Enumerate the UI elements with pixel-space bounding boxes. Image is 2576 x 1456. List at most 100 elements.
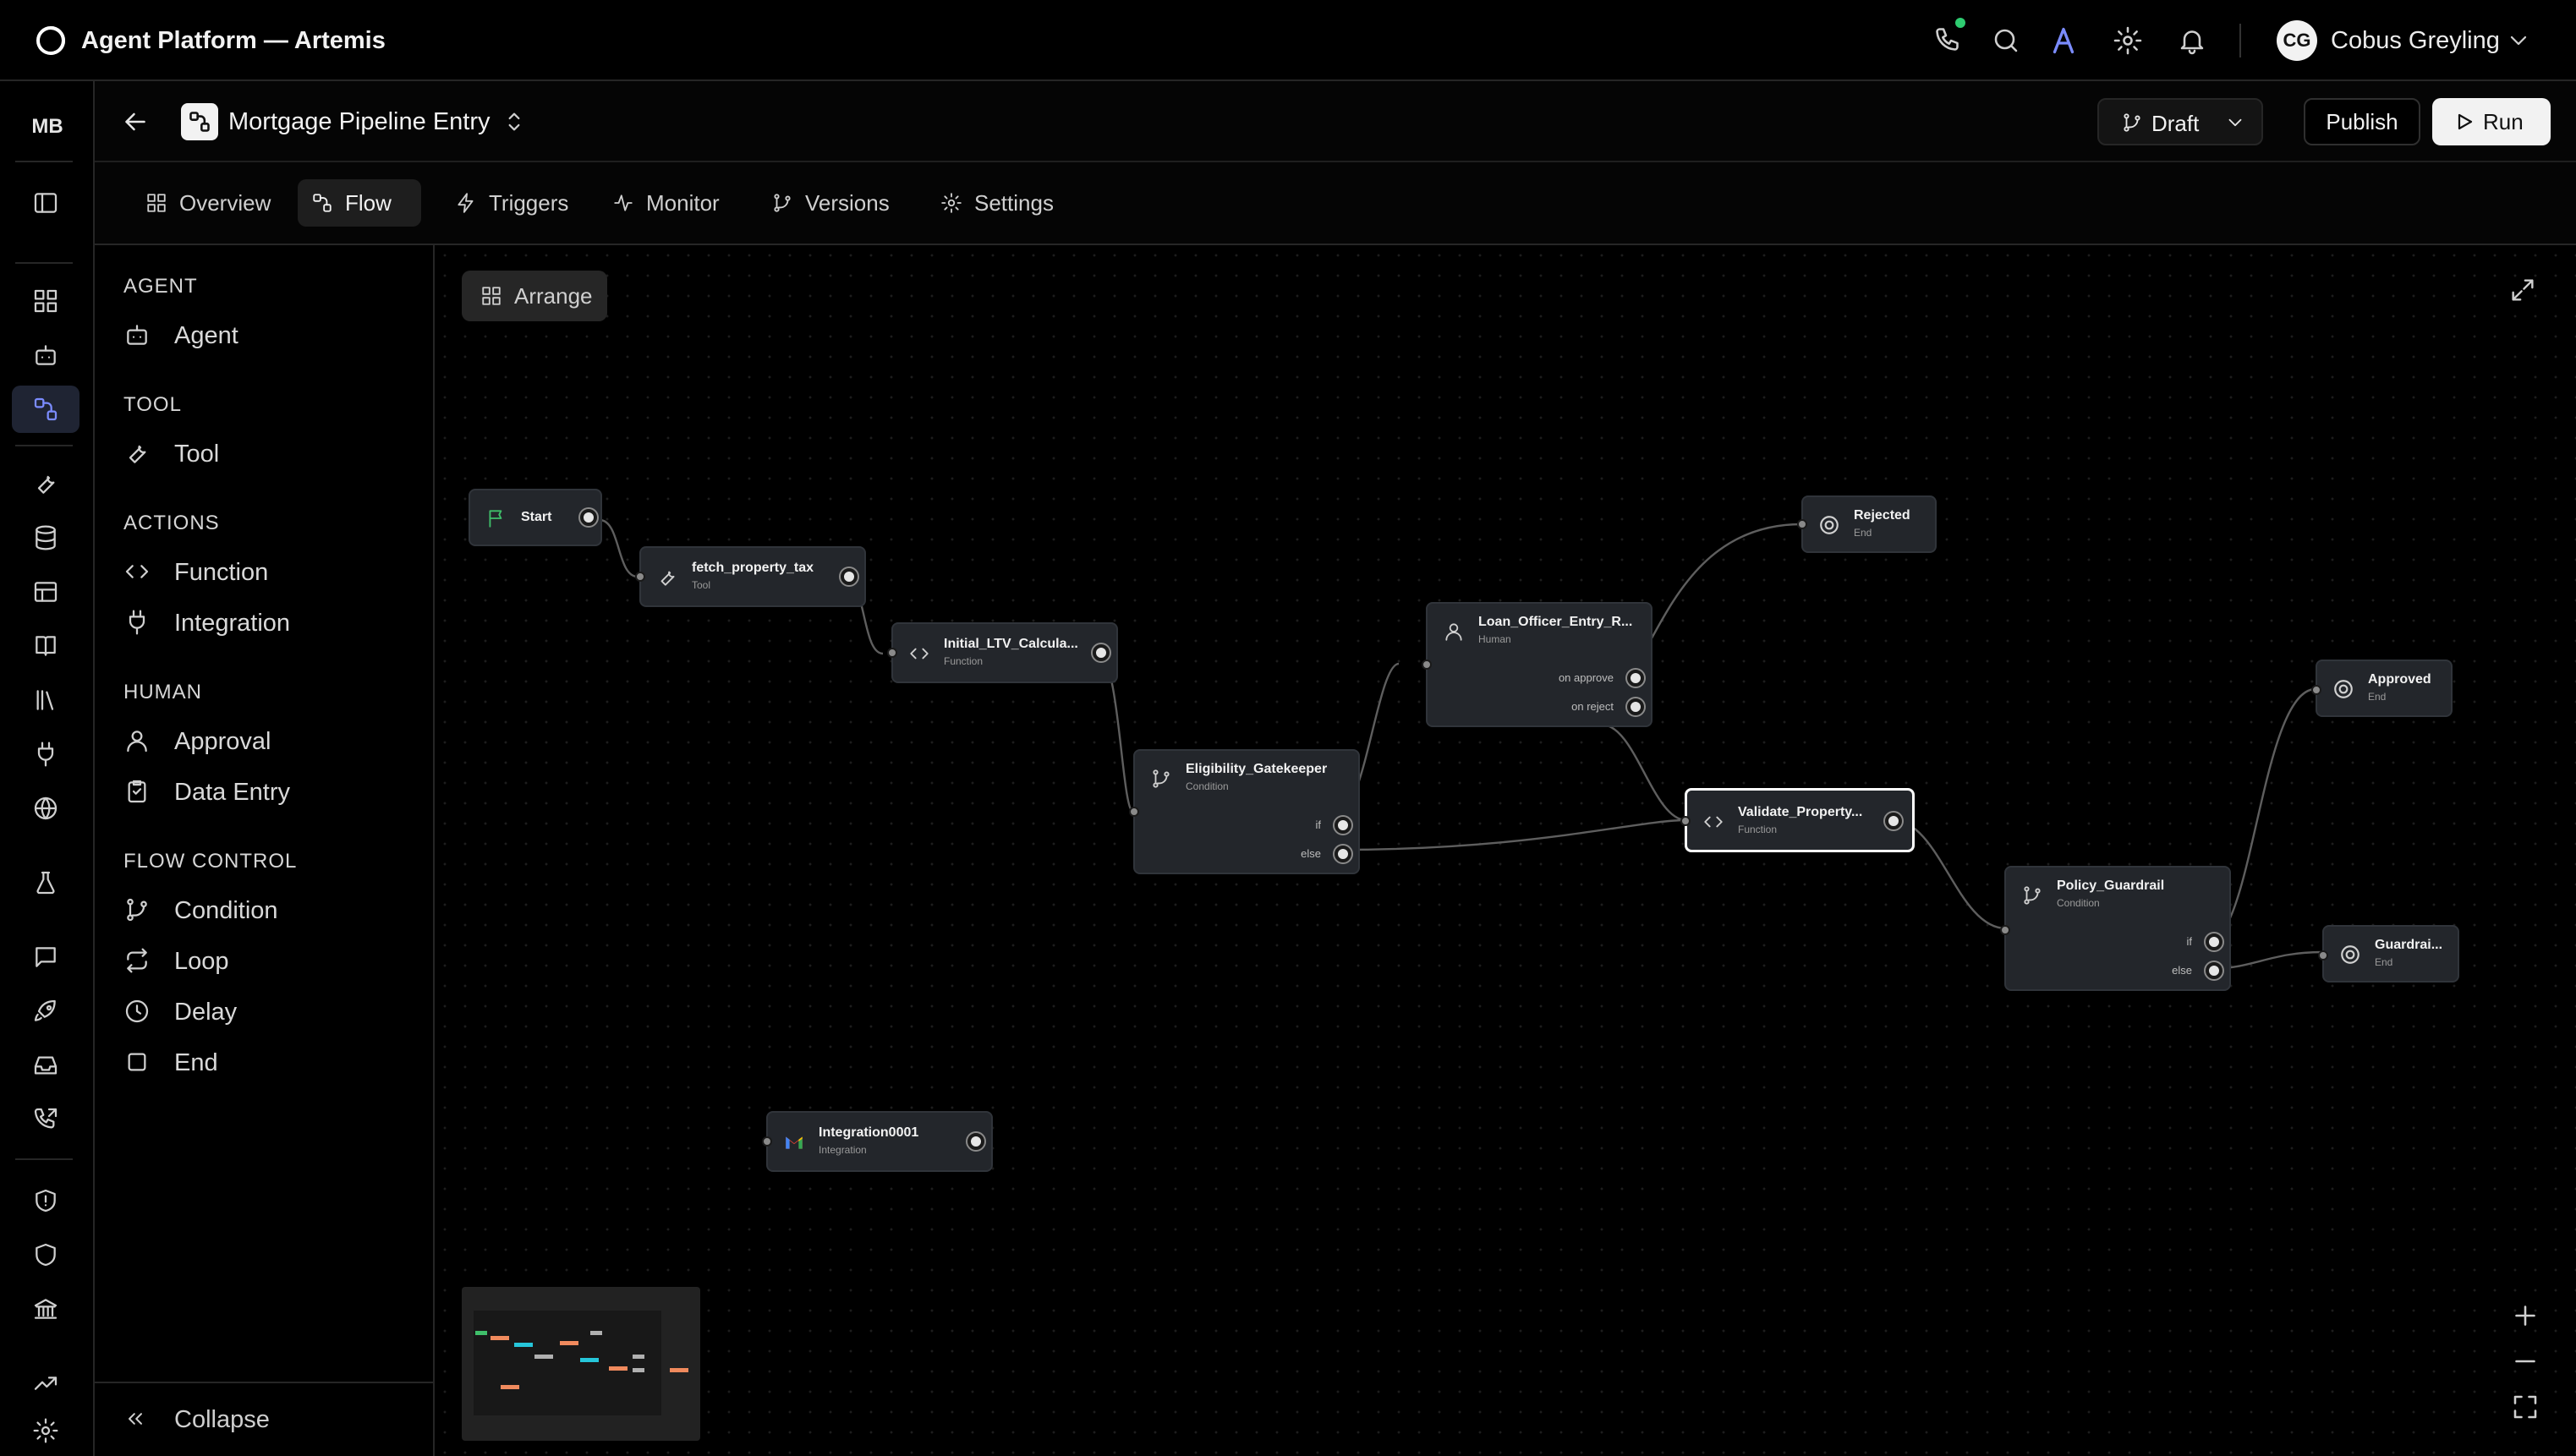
workspace-badge[interactable]: MB bbox=[24, 107, 71, 147]
palette-item-data-entry[interactable]: Data Entry bbox=[123, 771, 411, 812]
flow-node-validate-property[interactable]: Validate_Property... Function bbox=[1680, 788, 1915, 852]
inbox-icon[interactable] bbox=[12, 1042, 79, 1089]
input-handle[interactable] bbox=[1422, 660, 1432, 670]
chevron-up-down-icon[interactable] bbox=[501, 108, 528, 135]
expand-icon[interactable] bbox=[2508, 276, 2537, 304]
input-handle[interactable] bbox=[2311, 685, 2321, 695]
node-subtitle: Condition bbox=[1186, 780, 1229, 792]
input-handle[interactable] bbox=[762, 1136, 772, 1147]
wrench-icon[interactable] bbox=[12, 460, 79, 507]
palette-item-agent[interactable]: Agent bbox=[123, 315, 411, 355]
tab-overview[interactable]: Overview bbox=[132, 179, 277, 227]
fit-view-icon[interactable] bbox=[2510, 1392, 2540, 1422]
app-logo-icon[interactable] bbox=[34, 24, 68, 57]
output-handle[interactable] bbox=[841, 568, 858, 585]
output-handle[interactable] bbox=[1093, 644, 1110, 661]
trending-icon[interactable] bbox=[12, 1360, 79, 1407]
book-icon[interactable] bbox=[12, 622, 79, 670]
bell-icon[interactable] bbox=[2177, 25, 2207, 56]
zoom-out-icon[interactable] bbox=[2510, 1346, 2540, 1377]
palette-item-condition[interactable]: Condition bbox=[123, 889, 411, 930]
flow-node-loan-officer-entry[interactable]: Loan_Officer_Entry_R... Human on approve… bbox=[1422, 602, 1652, 727]
output-handle[interactable] bbox=[580, 509, 597, 526]
palette-item-approval[interactable]: Approval bbox=[123, 720, 411, 761]
flow-node-eligibility-gatekeeper[interactable]: Eligibility_Gatekeeper Condition if else bbox=[1129, 749, 1360, 874]
tab-triggers[interactable]: Triggers bbox=[441, 179, 577, 227]
flask-icon[interactable] bbox=[12, 859, 79, 906]
tab-settings[interactable]: Settings bbox=[927, 179, 1071, 227]
flow-node-guardrail-end[interactable]: Guardrai... End bbox=[2318, 925, 2459, 983]
branch-label-if: if bbox=[2186, 935, 2193, 948]
output-handle[interactable] bbox=[1885, 813, 1902, 829]
input-handle[interactable] bbox=[635, 572, 645, 582]
palette-item-delay[interactable]: Delay bbox=[123, 991, 411, 1032]
flow-node-fetch-property-tax[interactable]: fetch_property_tax Tool bbox=[635, 546, 866, 607]
palette-item-function[interactable]: Function bbox=[123, 551, 411, 592]
output-handle-if[interactable] bbox=[1335, 817, 1351, 834]
bank-icon[interactable] bbox=[12, 1285, 79, 1333]
grid-icon bbox=[145, 192, 167, 214]
branch-icon bbox=[2121, 112, 2143, 134]
library-icon[interactable] bbox=[12, 676, 79, 724]
input-handle[interactable] bbox=[1797, 519, 1807, 529]
input-handle[interactable] bbox=[1680, 816, 1691, 826]
minimap[interactable] bbox=[462, 1287, 700, 1441]
input-handle[interactable] bbox=[887, 648, 897, 658]
shield-icon[interactable] bbox=[12, 1231, 79, 1278]
rocket-icon[interactable] bbox=[12, 988, 79, 1035]
output-handle[interactable] bbox=[967, 1133, 984, 1150]
phone-icon[interactable] bbox=[1933, 25, 1964, 56]
output-handle-reject[interactable] bbox=[1627, 698, 1644, 715]
output-handle-if[interactable] bbox=[2206, 933, 2222, 950]
flow-node-start[interactable]: Start bbox=[469, 489, 602, 546]
sidebar-toggle-icon[interactable] bbox=[12, 179, 79, 227]
bot-icon[interactable] bbox=[12, 331, 79, 379]
back-arrow-icon[interactable] bbox=[120, 107, 151, 137]
avatar[interactable]: CG bbox=[2277, 20, 2317, 61]
palette-item-integration[interactable]: Integration bbox=[123, 602, 411, 643]
table-icon[interactable] bbox=[12, 568, 79, 616]
input-handle[interactable] bbox=[1129, 807, 1139, 817]
output-handle-else[interactable] bbox=[2206, 962, 2222, 979]
palette-item-end[interactable]: End bbox=[123, 1042, 411, 1082]
input-handle[interactable] bbox=[2000, 925, 2010, 935]
flow-node-approved[interactable]: Approved End bbox=[2311, 660, 2453, 717]
flow-canvas[interactable]: Arrange Start fetch_property_tax Tool In… bbox=[435, 245, 2576, 1456]
dashboard-icon[interactable] bbox=[12, 277, 79, 325]
pipeline-name[interactable]: Mortgage Pipeline Entry bbox=[228, 105, 491, 139]
flow-node-integration[interactable]: Integration0001 Integration bbox=[762, 1111, 993, 1172]
tab-flow[interactable]: Flow bbox=[298, 179, 421, 227]
database-icon[interactable] bbox=[12, 514, 79, 561]
version-dropdown[interactable]: Draft bbox=[2097, 98, 2263, 145]
tab-versions[interactable]: Versions bbox=[758, 179, 902, 227]
chevron-down-icon[interactable] bbox=[2505, 27, 2532, 54]
search-icon[interactable] bbox=[1991, 25, 2021, 56]
input-handle[interactable] bbox=[2318, 950, 2328, 961]
zoom-in-icon[interactable] bbox=[2510, 1300, 2540, 1331]
shield-check-icon[interactable] bbox=[12, 1177, 79, 1224]
output-handle-approve[interactable] bbox=[1627, 670, 1644, 687]
flow-node-policy-guardrail[interactable]: Policy_Guardrail Condition if else bbox=[2000, 866, 2231, 991]
node-subtitle: End bbox=[1854, 527, 1872, 539]
flow-icon[interactable] bbox=[12, 386, 79, 433]
arrange-button[interactable]: Arrange bbox=[462, 271, 607, 321]
settings-icon[interactable] bbox=[12, 1407, 79, 1454]
output-handle-else[interactable] bbox=[1335, 846, 1351, 862]
flow-node-initial-ltv[interactable]: Initial_LTV_Calcula... Function bbox=[887, 622, 1118, 683]
palette-item-tool[interactable]: Tool bbox=[123, 433, 411, 473]
phone-forward-icon[interactable] bbox=[12, 1096, 79, 1143]
tab-label: Triggers bbox=[489, 190, 569, 216]
user-name[interactable]: Cobus Greyling bbox=[2331, 24, 2500, 57]
collapse-button[interactable]: Collapse bbox=[123, 1399, 377, 1439]
minimap-viewport[interactable] bbox=[474, 1311, 661, 1415]
plug-icon[interactable] bbox=[12, 731, 79, 778]
publish-button[interactable]: Publish bbox=[2304, 98, 2420, 145]
ai-assistant-icon[interactable] bbox=[2048, 25, 2079, 56]
globe-icon[interactable] bbox=[12, 785, 79, 832]
run-button[interactable]: Run bbox=[2432, 98, 2551, 145]
palette-item-loop[interactable]: Loop bbox=[123, 940, 411, 981]
gear-icon[interactable] bbox=[2113, 25, 2143, 56]
chat-icon[interactable] bbox=[12, 933, 79, 981]
flow-node-rejected[interactable]: Rejected End bbox=[1797, 495, 1937, 553]
tab-monitor[interactable]: Monitor bbox=[599, 179, 731, 227]
